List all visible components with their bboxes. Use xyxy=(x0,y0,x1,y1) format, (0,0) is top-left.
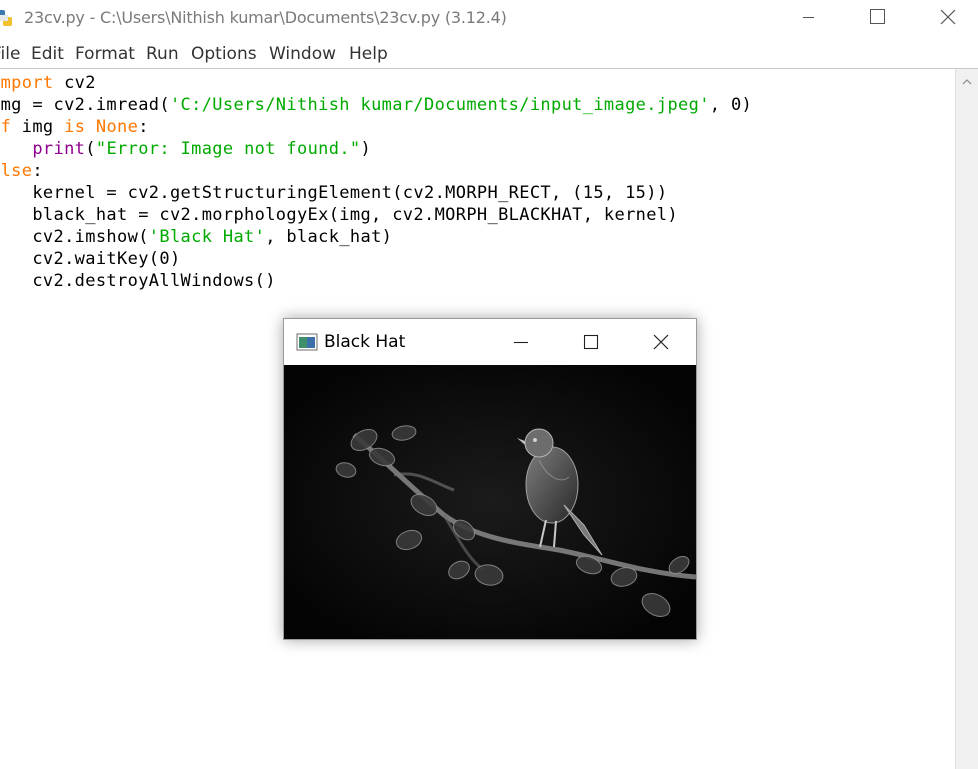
menu-file[interactable]: File xyxy=(0,44,20,64)
code-line[interactable]: img = cv2.imread('C:/Users/Nithish kumar… xyxy=(0,94,752,116)
code-line[interactable]: else: xyxy=(0,160,43,182)
code-line[interactable]: kernel = cv2.getStructuringElement(cv2.M… xyxy=(0,182,667,204)
code-line[interactable]: print("Error: Image not found.") xyxy=(0,138,371,160)
scroll-up-arrow-icon[interactable] xyxy=(960,75,974,89)
close-icon xyxy=(653,334,669,350)
window-titlebar: 23cv.py - C:\Users\Nithish kumar\Documen… xyxy=(0,0,978,36)
minimize-icon xyxy=(803,17,814,18)
black-hat-image xyxy=(284,365,696,639)
black-hat-window: Black Hat xyxy=(283,318,697,640)
minimize-icon xyxy=(514,341,528,344)
python-file-icon xyxy=(0,10,12,26)
menu-help[interactable]: Help xyxy=(349,44,388,64)
menu-format[interactable]: Format xyxy=(75,44,135,64)
code-line[interactable]: cv2.destroyAllWindows() xyxy=(0,270,276,292)
vertical-scrollbar[interactable] xyxy=(955,69,978,769)
maximize-button[interactable] xyxy=(854,0,900,36)
maximize-icon xyxy=(870,9,885,24)
black-hat-maximize-button[interactable] xyxy=(568,325,614,359)
menu-window[interactable]: Window xyxy=(269,44,336,64)
window-title: 23cv.py - C:\Users\Nithish kumar\Documen… xyxy=(24,8,507,27)
black-hat-title: Black Hat xyxy=(324,332,406,352)
opencv-window-icon xyxy=(296,333,318,351)
code-line[interactable]: cv2.imshow('Black Hat', black_hat) xyxy=(0,226,392,248)
code-line[interactable]: cv2.waitKey(0) xyxy=(0,248,181,270)
close-icon xyxy=(940,9,956,25)
menu-run[interactable]: Run xyxy=(146,44,179,64)
close-button[interactable] xyxy=(924,0,970,36)
menu-edit[interactable]: Edit xyxy=(31,44,64,64)
maximize-icon xyxy=(583,334,599,350)
code-line[interactable]: black_hat = cv2.morphologyEx(img, cv2.MO… xyxy=(0,204,678,226)
menu-options[interactable]: Options xyxy=(191,44,257,64)
code-line[interactable]: if img is None: xyxy=(0,116,149,138)
minimize-button[interactable] xyxy=(785,0,831,36)
menubar: File Edit Format Run Options Window Help xyxy=(0,42,978,68)
black-hat-minimize-button[interactable] xyxy=(498,325,544,359)
code-line[interactable]: import cv2 xyxy=(0,72,96,94)
black-hat-titlebar: Black Hat xyxy=(284,319,696,365)
black-hat-close-button[interactable] xyxy=(638,325,684,359)
